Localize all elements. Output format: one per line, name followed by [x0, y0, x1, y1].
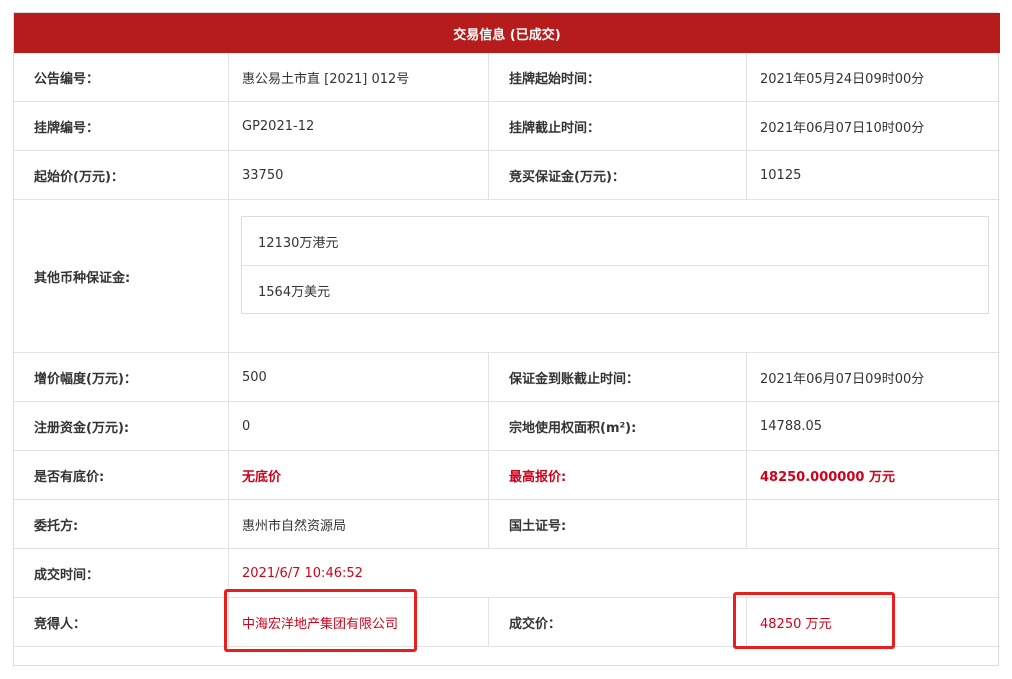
land-cert-value: [746, 500, 1000, 548]
winner-label: 竞得人：: [34, 616, 87, 632]
deal-time-label: 成交时间：: [34, 567, 100, 583]
other-deposit-label: 其他币种保证金:: [34, 270, 131, 286]
entrust-value: 惠州市自然资源局: [228, 500, 488, 548]
increment-label: 增价幅度(万元)：: [34, 371, 137, 387]
table-row: 其他币种保证金: 12130万港元 1564万美元: [14, 200, 1000, 353]
highest-bid-label: 最高报价:: [488, 451, 746, 499]
table-row: 注册资金(万元): 0 宗地使用权面积(m²): 14788.05: [14, 402, 1000, 451]
table-row: 委托方: 惠州市自然资源局 国土证号:: [14, 500, 1000, 549]
deal-price-label: 成交价：: [488, 598, 746, 646]
start-price-label: 起始价(万元)：: [34, 169, 124, 185]
table-row: 成交时间： 2021/6/7 10:46:52: [14, 549, 1000, 598]
table-row: 起始价(万元)： 33750 竞买保证金(万元)： 10125: [14, 151, 1000, 200]
entrust-label: 委托方:: [34, 518, 79, 534]
reg-capital-value: 0: [228, 402, 488, 450]
panel-title: 交易信息 (已成交): [453, 27, 561, 43]
table-row: 公告编号： 惠公易土市直 [2021] 012号 挂牌起始时间： 2021年05…: [14, 53, 1000, 102]
reserve-value: 无底价: [228, 451, 488, 499]
listing-end-label: 挂牌截止时间：: [488, 102, 746, 150]
list-item: 1564万美元: [258, 285, 331, 300]
listing-start-label: 挂牌起始时间：: [488, 53, 746, 101]
reg-capital-label: 注册资金(万元):: [34, 420, 130, 436]
listing-no-label: 挂牌编号：: [34, 120, 100, 136]
highest-bid-value: 48250.000000 万元: [746, 451, 1000, 499]
land-area-value: 14788.05: [746, 402, 1000, 450]
deposit-label: 竞买保证金(万元)：: [488, 151, 746, 199]
increment-value: 500: [228, 353, 488, 401]
notice-no-label: 公告编号：: [34, 71, 100, 87]
deposit-value: 10125: [746, 151, 1000, 199]
listing-start-value: 2021年05月24日09时00分: [746, 53, 1000, 101]
listing-no-value: GP2021-12: [228, 102, 488, 150]
table-row: 挂牌编号： GP2021-12 挂牌截止时间： 2021年06月07日10时00…: [14, 102, 1000, 151]
winner-value: 中海宏洋地产集团有限公司: [228, 598, 488, 646]
listing-end-value: 2021年06月07日10时00分: [746, 102, 1000, 150]
table-row: 是否有底价: 无底价 最高报价: 48250.000000 万元: [14, 451, 1000, 500]
land-cert-label: 国土证号:: [488, 500, 746, 548]
other-deposit-table: 12130万港元 1564万美元: [241, 216, 989, 314]
land-area-label: 宗地使用权面积(m²):: [488, 402, 746, 450]
table-row: 增价幅度(万元)： 500 保证金到账截止时间： 2021年06月07日09时0…: [14, 353, 1000, 402]
table-row: 竞得人： 中海宏洋地产集团有限公司 成交价： 48250 万元: [14, 598, 1000, 647]
notice-no-value: 惠公易土市直 [2021] 012号: [228, 53, 488, 101]
deal-time-value: 2021/6/7 10:46:52: [228, 549, 1000, 597]
start-price-value: 33750: [228, 151, 488, 199]
transaction-info-panel: 交易信息 (已成交) 公告编号： 惠公易土市直 [2021] 012号 挂牌起始…: [13, 12, 1000, 666]
deposit-deadline-label: 保证金到账截止时间：: [488, 353, 746, 401]
deposit-deadline-value: 2021年06月07日09时00分: [746, 353, 1000, 401]
reserve-label: 是否有底价:: [34, 469, 105, 485]
deal-price-value: 48250 万元: [746, 598, 1000, 646]
panel-header: 交易信息 (已成交): [14, 13, 1000, 53]
list-item: 12130万港元: [242, 217, 988, 266]
